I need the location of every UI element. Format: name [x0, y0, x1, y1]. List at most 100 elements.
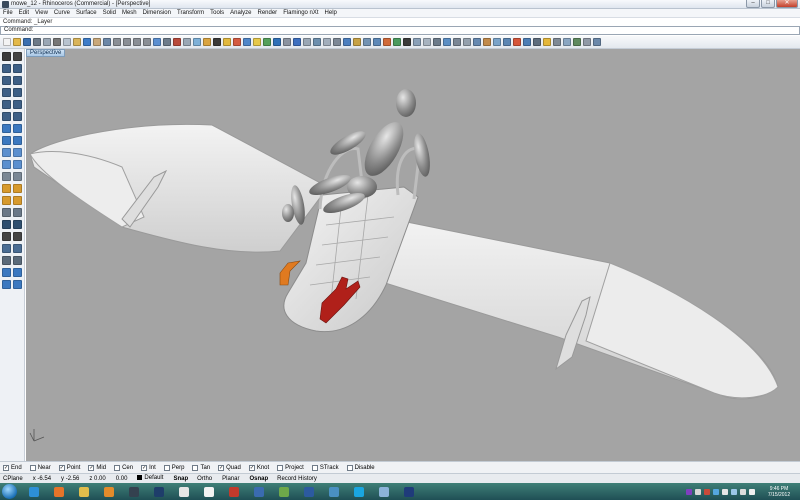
- join-icon[interactable]: [2, 220, 11, 229]
- layer-indicator[interactable]: Default: [137, 475, 163, 482]
- rhino-icon[interactable]: [123, 485, 145, 499]
- array-icon[interactable]: [13, 208, 22, 217]
- osnap-checkbox[interactable]: ✓: [88, 464, 95, 471]
- hatch-icon[interactable]: [463, 38, 471, 46]
- move-icon[interactable]: [2, 184, 11, 193]
- close-button[interactable]: ✕: [776, 0, 798, 8]
- undo-view-icon[interactable]: [153, 38, 161, 46]
- cut-icon[interactable]: [53, 38, 61, 46]
- render-tool-icon[interactable]: [13, 280, 22, 289]
- revolve-icon[interactable]: [2, 160, 11, 169]
- ellipse-icon[interactable]: [13, 88, 22, 97]
- osnap-checkbox[interactable]: ✓: [248, 464, 255, 471]
- explode-icon[interactable]: [13, 220, 22, 229]
- sketchup-icon[interactable]: [223, 485, 245, 499]
- edit-icon[interactable]: [433, 38, 441, 46]
- solid-tool-icon[interactable]: [2, 268, 11, 277]
- render-icon[interactable]: [243, 38, 251, 46]
- split-icon[interactable]: [13, 232, 22, 241]
- extrude-surface-icon[interactable]: [13, 124, 22, 133]
- menu-dimension[interactable]: Dimension: [143, 10, 171, 16]
- rectangle-icon[interactable]: [2, 100, 11, 109]
- osnap-point[interactable]: ✓ Point: [58, 464, 80, 471]
- sun-icon[interactable]: [543, 38, 551, 46]
- point-icon[interactable]: [213, 38, 221, 46]
- menu-analyze[interactable]: Analyze: [230, 10, 251, 16]
- point-tool-icon[interactable]: [13, 52, 22, 61]
- osnap-perp[interactable]: Perp: [163, 464, 184, 471]
- record-history-toggle[interactable]: Record History: [277, 476, 317, 482]
- hide-icon[interactable]: [333, 38, 341, 46]
- boolean-tool-icon[interactable]: [13, 268, 22, 277]
- unity-icon[interactable]: [173, 485, 195, 499]
- shaded-icon[interactable]: [193, 38, 201, 46]
- osnap-checkbox[interactable]: [277, 464, 284, 471]
- select-arrow-icon[interactable]: [2, 52, 11, 61]
- snap-toggle[interactable]: Snap: [173, 476, 188, 482]
- help-icon[interactable]: [293, 38, 301, 46]
- photoshop-icon[interactable]: [148, 485, 170, 499]
- menu-solid[interactable]: Solid: [103, 10, 116, 16]
- osnap-end[interactable]: ✓ End: [3, 464, 22, 471]
- loft-icon[interactable]: [2, 148, 11, 157]
- fillet-icon[interactable]: [493, 38, 501, 46]
- osnap-toggle[interactable]: Osnap: [249, 476, 268, 482]
- options-icon[interactable]: [283, 38, 291, 46]
- mirror-icon[interactable]: [2, 208, 11, 217]
- open-icon[interactable]: [13, 38, 21, 46]
- media-player-icon[interactable]: [98, 485, 120, 499]
- environment-icon[interactable]: [273, 38, 281, 46]
- helix-icon[interactable]: [13, 112, 22, 121]
- osnap-checkbox[interactable]: [192, 464, 199, 471]
- properties-icon[interactable]: [233, 38, 241, 46]
- osnap-cen[interactable]: Cen: [114, 464, 133, 471]
- osnap-checkbox[interactable]: [114, 464, 121, 471]
- tool-icon[interactable]: [303, 38, 311, 46]
- explorer-icon[interactable]: [73, 485, 95, 499]
- tray-icon-6[interactable]: [731, 488, 737, 495]
- plugin-icon[interactable]: [593, 38, 601, 46]
- osnap-checkbox[interactable]: [311, 464, 318, 471]
- zoom-extents-icon[interactable]: [133, 38, 141, 46]
- freeform-icon[interactable]: [2, 112, 11, 121]
- group-icon[interactable]: [323, 38, 331, 46]
- flying-wing-model[interactable]: [29, 123, 779, 400]
- four-views-icon[interactable]: [163, 38, 171, 46]
- lock-icon[interactable]: [353, 38, 361, 46]
- show-icon[interactable]: [343, 38, 351, 46]
- tray-icon-7[interactable]: [740, 488, 746, 495]
- text-tool-icon[interactable]: [13, 256, 22, 265]
- menu-tools[interactable]: Tools: [210, 10, 224, 16]
- import-icon[interactable]: [43, 38, 51, 46]
- texture-icon[interactable]: [573, 38, 581, 46]
- curvature-icon[interactable]: [393, 38, 401, 46]
- viewport-scene[interactable]: [26, 49, 800, 461]
- osnap-checkbox[interactable]: ✓: [3, 464, 9, 471]
- menu-render[interactable]: Render: [258, 10, 278, 16]
- zoom-window-icon[interactable]: [123, 38, 131, 46]
- plane-surface-icon[interactable]: [2, 124, 11, 133]
- offset-icon[interactable]: [13, 244, 22, 253]
- rendered-icon[interactable]: [203, 38, 211, 46]
- copy-tool-icon[interactable]: [13, 184, 22, 193]
- camera-icon[interactable]: [533, 38, 541, 46]
- text-icon[interactable]: [453, 38, 461, 46]
- menu-transform[interactable]: Transform: [177, 10, 204, 16]
- osnap-quad[interactable]: ✓ Quad: [218, 464, 241, 471]
- mesh-edit-icon[interactable]: [13, 172, 22, 181]
- new-icon[interactable]: [3, 38, 11, 46]
- osnap-checkbox[interactable]: ✓: [58, 464, 65, 471]
- filter-icon[interactable]: [373, 38, 381, 46]
- flamingo-icon[interactable]: [513, 38, 521, 46]
- tray-icon-5[interactable]: [722, 488, 728, 495]
- material-icon[interactable]: [263, 38, 271, 46]
- osnap-checkbox[interactable]: [163, 464, 170, 471]
- pan-icon[interactable]: [93, 38, 101, 46]
- network-tray-icon[interactable]: [323, 485, 345, 499]
- menu-edit[interactable]: Edit: [19, 10, 29, 16]
- app3-icon[interactable]: [373, 485, 395, 499]
- osnap-near[interactable]: Near: [29, 464, 51, 471]
- inkscape-icon[interactable]: [198, 485, 220, 499]
- ground-icon[interactable]: [553, 38, 561, 46]
- cplane-icon[interactable]: [173, 38, 181, 46]
